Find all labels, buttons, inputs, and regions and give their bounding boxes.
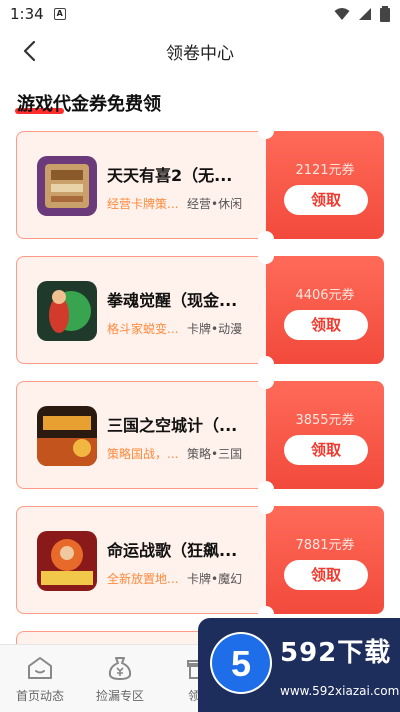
game-icon [37, 531, 97, 591]
coupon-action: 2121元券 领取 [266, 131, 384, 239]
card-notch [258, 481, 274, 497]
wifi-icon [334, 8, 350, 20]
claim-button[interactable]: 领取 [284, 185, 368, 215]
game-tags: 策略•三国 [187, 447, 243, 461]
back-button[interactable] [14, 36, 44, 66]
game-icon [37, 406, 97, 466]
watermark-url: www.592xiazai.com [280, 684, 400, 698]
card-notch [258, 123, 274, 139]
game-name: 三国之空城计（... [107, 416, 238, 435]
coupon-info: 三国之空城计（... 策略国战，... 策略•三国 [16, 381, 266, 489]
card-notch [258, 498, 274, 514]
page-title: 领卷中心 [166, 43, 234, 64]
coupon-action: 7881元券 领取 [266, 506, 384, 614]
game-description: 经营卡牌策... [107, 197, 179, 211]
coupon-info: 拳魂觉醒（现金... 格斗家蜕变... 卡牌•动漫 [16, 256, 266, 364]
coupon-action: 3855元券 领取 [266, 381, 384, 489]
card-notch [258, 373, 274, 389]
back-arrow-icon [23, 40, 36, 62]
coupon-amount: 7881元券 [295, 538, 355, 553]
coupon-card[interactable]: 三国之空城计（... 策略国战，... 策略•三国 3855元券 领取 [16, 373, 384, 497]
coupon-card[interactable]: 拳魂觉醒（现金... 格斗家蜕变... 卡牌•动漫 4406元券 领取 [16, 248, 384, 372]
app-notification-icon: A [53, 8, 66, 20]
nav-bar: 领卷中心 [0, 28, 400, 74]
status-bar: 1:34 A [0, 0, 400, 28]
game-description: 格斗家蜕变... [107, 322, 179, 336]
signal-icon [359, 8, 371, 20]
coupon-info: 命运战歌（狂飙... 全新放置地... 卡牌•魔幻 [16, 506, 266, 614]
coupon-card[interactable]: 命运战歌（狂飙... 全新放置地... 卡牌•魔幻 7881元券 领取 [16, 498, 384, 622]
game-icon [37, 281, 97, 341]
watermark-logo-icon: 5 [210, 632, 272, 694]
game-tags: 经营•休闲 [187, 197, 243, 211]
tab-label: 首页动态 [15, 689, 64, 703]
game-tags: 卡牌•魔幻 [187, 572, 243, 586]
game-name: 天天有喜2（无... [107, 166, 233, 185]
tab-bargain[interactable]: 捡漏专区 [80, 645, 160, 712]
coupon-info: 天天有喜2（无... 经营卡牌策... 经营•休闲 [16, 131, 266, 239]
svg-text:5: 5 [231, 643, 251, 684]
claim-button[interactable]: 领取 [284, 435, 368, 465]
tab-home[interactable]: 首页动态 [0, 645, 80, 712]
watermark-badge: 5 592下载 www.592xiazai.com [198, 618, 400, 712]
coupon-action: 4406元券 领取 [266, 256, 384, 364]
coupon-amount: 3855元券 [295, 413, 355, 428]
status-time: 1:34 [10, 5, 44, 23]
game-name: 命运战歌（狂飙... [107, 541, 238, 560]
card-notch [258, 248, 274, 264]
claim-button[interactable]: 领取 [284, 560, 368, 590]
game-icon [37, 156, 97, 216]
game-description: 全新放置地... [107, 572, 179, 586]
battery-icon [380, 6, 390, 22]
watermark-brand: 592下载 [280, 638, 392, 668]
claim-button[interactable]: 领取 [284, 310, 368, 340]
game-description: 策略国战，... [107, 447, 179, 461]
status-indicators [334, 6, 390, 22]
home-icon [28, 657, 52, 679]
card-notch [258, 231, 274, 247]
coupon-amount: 4406元券 [295, 288, 355, 303]
money-bag-icon [108, 657, 132, 680]
tab-label: 捡漏专区 [95, 689, 144, 703]
game-name: 拳魂觉醒（现金... [107, 291, 238, 310]
coupon-card[interactable]: 天天有喜2（无... 经营卡牌策... 经营•休闲 2121元券 领取 [16, 123, 384, 247]
game-tags: 卡牌•动漫 [187, 322, 243, 336]
card-notch [258, 356, 274, 372]
section-title: 游戏代金券免费领 [17, 94, 161, 115]
coupon-amount: 2121元券 [295, 163, 355, 178]
